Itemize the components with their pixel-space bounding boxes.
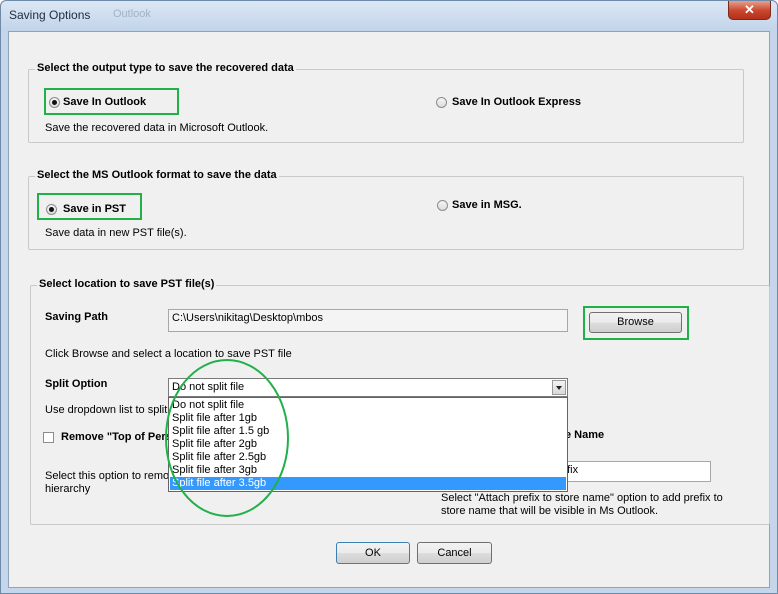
output-type-description: Save the recovered data in Microsoft Out… — [45, 122, 269, 134]
saving-path-label: Saving Path — [45, 311, 108, 323]
save-in-pst-highlight — [37, 193, 142, 220]
browse-highlight — [583, 306, 689, 340]
annotation-ellipse — [165, 359, 289, 517]
attach-hint-line1: Select "Attach prefix to store name" opt… — [441, 492, 723, 504]
split-option-hint: Use dropdown list to split t — [45, 404, 174, 416]
save-location-legend: Select location to save PST file(s) — [37, 278, 217, 290]
window-title: Saving Options — [9, 8, 91, 22]
ok-button[interactable]: OK — [336, 542, 410, 564]
title-bar[interactable]: Saving Options Outlook ✕ — [1, 1, 777, 31]
remove-top-of-personal-folders-label[interactable]: Remove "Top of Pers — [61, 431, 172, 443]
save-in-outlook-highlight — [44, 88, 179, 115]
attach-prefix-label[interactable]: e Name — [565, 429, 604, 441]
remove-hint-line2: hierarchy — [45, 483, 91, 495]
output-type-legend: Select the output type to save the recov… — [35, 62, 296, 74]
close-icon: ✕ — [744, 2, 755, 17]
prefix-input[interactable]: efix — [557, 461, 711, 482]
close-button[interactable]: ✕ — [728, 1, 771, 20]
split-option-label: Split Option — [45, 378, 108, 390]
save-in-msg-radio[interactable] — [437, 200, 448, 211]
outlook-format-description: Save data in new PST file(s). — [45, 227, 187, 239]
save-in-msg-label[interactable]: Save in MSG. — [452, 199, 522, 211]
outlook-format-legend: Select the MS Outlook format to save the… — [35, 169, 279, 181]
saving-options-dialog: Saving Options Outlook ✕ Select the outp… — [0, 0, 778, 594]
attach-hint-line2: store name that will be visible in Ms Ou… — [441, 505, 659, 517]
chevron-down-icon[interactable] — [552, 380, 566, 395]
save-in-outlook-express-radio[interactable] — [436, 97, 447, 108]
remove-hint-line1: Select this option to remov — [45, 470, 175, 482]
save-in-outlook-express-label[interactable]: Save In Outlook Express — [452, 96, 581, 108]
background-window-title: Outlook — [113, 8, 151, 20]
remove-top-of-personal-folders-checkbox[interactable] — [43, 432, 54, 443]
saving-path-field[interactable]: C:\Users\nikitag\Desktop\mbos — [168, 309, 568, 332]
dialog-body: Select the output type to save the recov… — [8, 31, 770, 588]
cancel-button[interactable]: Cancel — [417, 542, 492, 564]
